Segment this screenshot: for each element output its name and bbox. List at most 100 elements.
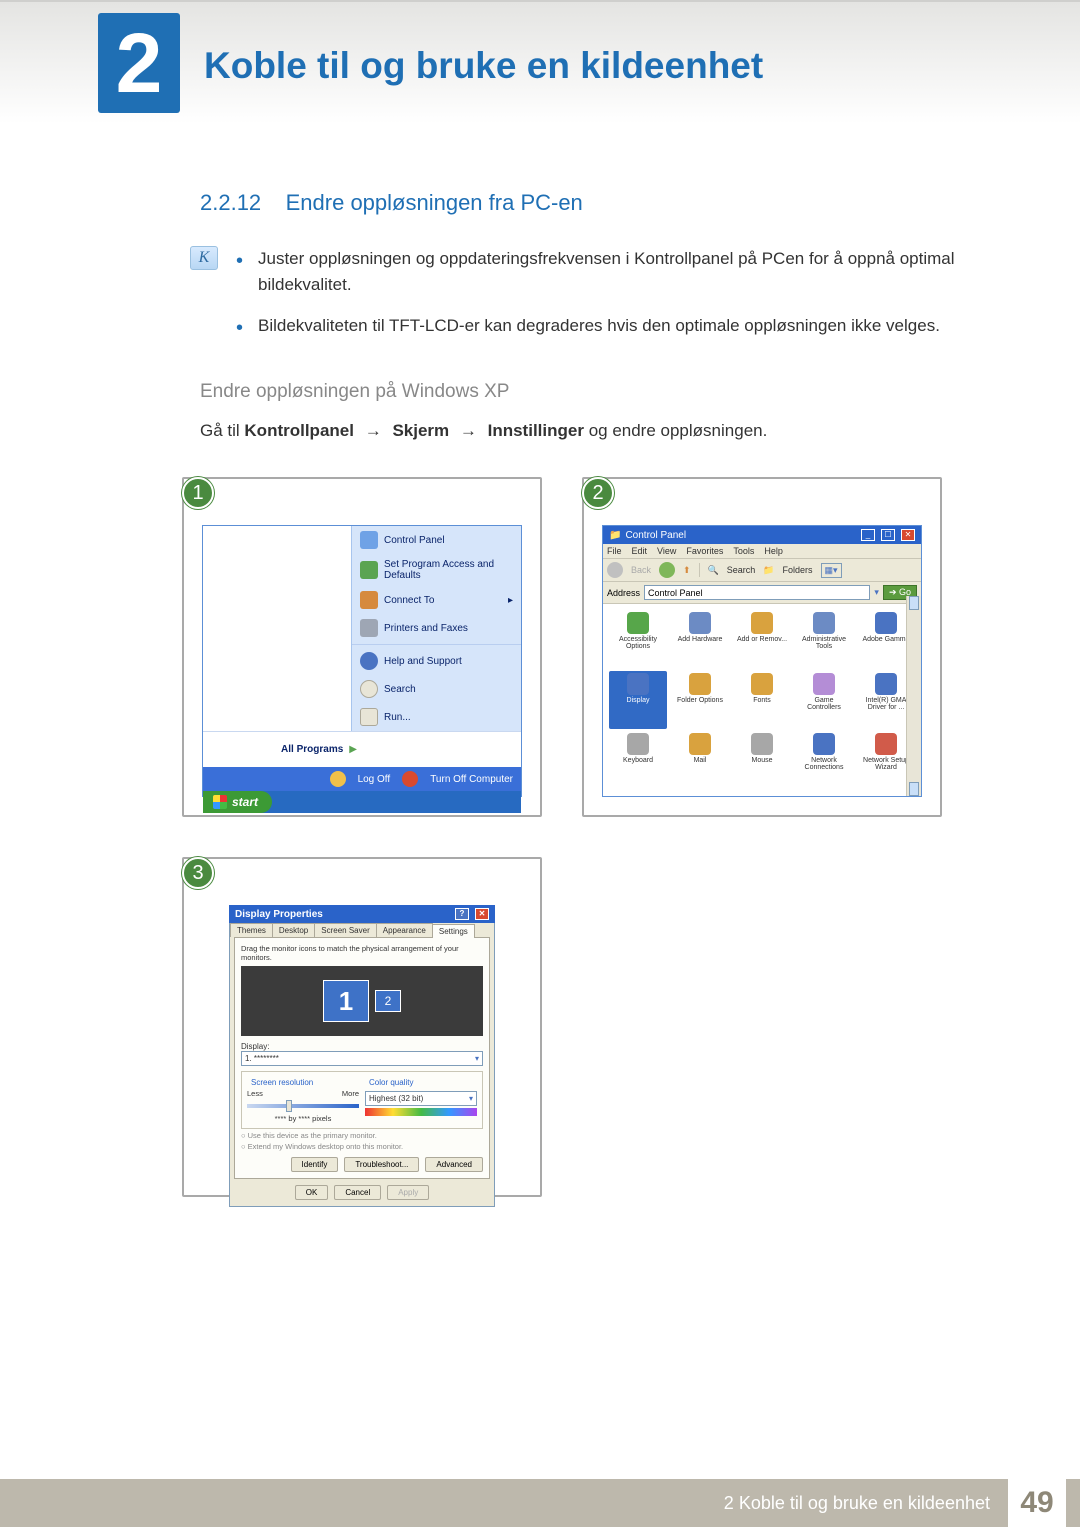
dialog-body: Themes Desktop Screen Saver Appearance S… [229,923,495,1207]
cp-item-label: Administrative Tools [797,636,851,650]
cp-item-add-hardware[interactable]: Add Hardware [671,610,729,669]
menu-file[interactable]: File [607,546,622,556]
cp-item-mouse[interactable]: Mouse [733,731,791,790]
cp-item-icon [813,673,835,695]
cp-item-mail[interactable]: Mail [671,731,729,790]
settings-panel: Drag the monitor icons to match the phys… [234,937,490,1179]
tab-screensaver[interactable]: Screen Saver [314,923,376,937]
cp-item-icon [627,612,649,634]
dialog-titlebar: Display Properties ? ✕ [229,905,495,923]
menu-edit[interactable]: Edit [632,546,648,556]
apply-button[interactable]: Apply [387,1185,429,1200]
extend-desktop-checkbox[interactable]: ○ Extend my Windows desktop onto this mo… [241,1142,483,1151]
views-icon[interactable]: ▦▾ [821,563,842,578]
section-title: Endre oppløsningen fra PC-en [286,190,583,215]
cp-item-label: Adobe Gamma [862,636,909,643]
cp-item-keyboard[interactable]: Keyboard [609,731,667,790]
start-item-run[interactable]: Run... [352,703,521,731]
connect-to-icon [360,591,378,609]
label: Set Program Access and Defaults [384,559,513,581]
dialog-title: Display Properties [235,909,323,920]
start-item-printers[interactable]: Printers and Faxes [352,614,521,642]
power-icon [402,771,418,787]
all-programs-label: All Programs [281,744,343,755]
menu-view[interactable]: View [657,546,676,556]
tab-themes[interactable]: Themes [230,923,273,937]
cp-item-label: Network Setup Wizard [859,757,913,771]
close-button[interactable]: ✕ [901,529,915,541]
cp-item-fonts[interactable]: Fonts [733,671,791,730]
maximize-button[interactable]: ☐ [881,529,895,541]
chapter-number-badge: 2 [98,13,180,113]
close-button[interactable]: ✕ [475,908,489,920]
resolution-slider[interactable] [247,1104,359,1108]
cp-item-label: Add or Remov... [737,636,787,643]
color-quality-select[interactable]: Highest (32 bit) ▾ [365,1091,477,1106]
minimize-button[interactable]: _ [861,529,875,541]
troubleshoot-button[interactable]: Troubleshoot... [344,1157,419,1172]
cp-item-icon [875,673,897,695]
hint-text: Drag the monitor icons to match the phys… [241,944,483,962]
step-badge: 1 [182,477,214,509]
monitor-1-icon[interactable]: 1 [323,980,369,1022]
cp-item-network-connections[interactable]: Network Connections [795,731,853,790]
cp-item-administrative-tools[interactable]: Administrative Tools [795,610,853,669]
primary-monitor-checkbox[interactable]: ○ Use this device as the primary monitor… [241,1131,483,1140]
dropdown-icon[interactable]: ▾ [874,587,879,598]
start-item-help[interactable]: Help and Support [352,647,521,675]
cancel-button[interactable]: Cancel [334,1185,381,1200]
note-bullet-list: Juster oppløsningen og oppdateringsfrekv… [236,246,990,353]
step-badge: 2 [582,477,614,509]
display-properties-dialog: Display Properties ? ✕ Themes Desktop Sc… [229,905,495,1177]
monitor-arrangement[interactable]: 1 2 [241,966,483,1036]
start-item-control-panel[interactable]: Control Panel [352,526,521,554]
start-button[interactable]: start [203,791,272,813]
note-bullet: Bildekvaliteten til TFT-LCD-er kan degra… [236,313,990,339]
tab-desktop[interactable]: Desktop [272,923,315,937]
cp-item-icon [627,733,649,755]
control-panel-window: 📁 Control Panel _ ☐ ✕ File Edit View Fav… [602,525,922,797]
tab-appearance[interactable]: Appearance [376,923,433,937]
cp-item-icon [875,612,897,634]
turn-off-button[interactable]: Turn Off Computer [430,774,513,785]
tab-settings[interactable]: Settings [432,924,475,938]
cp-item-accessibility-options[interactable]: Accessibility Options [609,610,667,669]
search-icon[interactable]: 🔍 [708,565,719,576]
cp-item-label: Display [627,697,650,704]
slider-more-label: More [342,1089,359,1098]
menu-tools[interactable]: Tools [733,546,754,556]
menu-help[interactable]: Help [764,546,783,556]
cp-item-display[interactable]: Display [609,671,667,730]
cp-item-icon [813,733,835,755]
all-programs-row[interactable]: All Programs ▶ [203,731,521,767]
folders-icon[interactable]: 📁 [763,565,774,576]
display-select[interactable]: 1. ******** ▾ [241,1051,483,1066]
start-item-search[interactable]: Search [352,675,521,703]
start-item-connect-to[interactable]: Connect To▸ [352,586,521,614]
path-control-panel: Kontrollpanel [244,421,354,440]
forward-icon[interactable] [659,562,675,578]
advanced-button[interactable]: Advanced [425,1157,483,1172]
xp-start-menu: Control Panel Set Program Access and Def… [202,525,522,797]
address-input[interactable] [644,585,870,600]
up-icon[interactable]: ⬆ [683,565,691,576]
monitor-2-icon[interactable]: 2 [375,990,401,1012]
start-item-program-access[interactable]: Set Program Access and Defaults [352,554,521,586]
ok-button[interactable]: OK [295,1185,329,1200]
scrollbar[interactable] [906,596,921,796]
menu-bar: File Edit View Favorites Tools Help [603,544,921,559]
display-value: 1. ******** [245,1054,279,1063]
slider-thumb[interactable] [286,1100,292,1112]
cp-item-add-or-remov-[interactable]: Add or Remov... [733,610,791,669]
cp-item-folder-options[interactable]: Folder Options [671,671,729,730]
label: Connect To [384,595,434,606]
log-off-button[interactable]: Log Off [358,774,391,785]
path-settings: Innstillinger [488,421,584,440]
identify-button[interactable]: Identify [291,1157,339,1172]
cp-item-game-controllers[interactable]: Game Controllers [795,671,853,730]
dropdown-icon: ▾ [475,1054,479,1063]
address-label: Address [607,588,640,598]
help-button[interactable]: ? [455,908,469,920]
back-icon[interactable] [607,562,623,578]
menu-favorites[interactable]: Favorites [686,546,723,556]
